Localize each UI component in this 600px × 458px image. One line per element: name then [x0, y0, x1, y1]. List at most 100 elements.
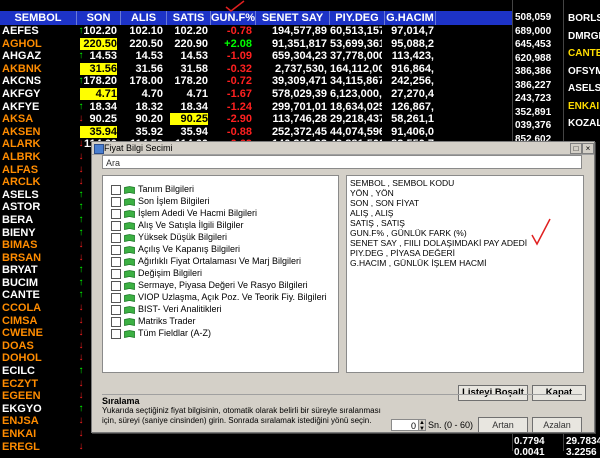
col-header-alis[interactable]: ALIS — [121, 11, 167, 25]
category-tree[interactable]: Tanım Bilgileri Son İşlem Bilgileri İşlem … — [102, 175, 339, 373]
symbol-cell: DOHOL — [2, 352, 42, 365]
checkbox[interactable] — [111, 280, 121, 291]
book-icon — [124, 221, 135, 230]
table-row[interactable]: AKFYE ↑ 18.34 18.32 18.34 -1.24 299,701,01 18,6… — [0, 101, 512, 114]
side-symbol-label[interactable]: OFSYM — [568, 66, 600, 77]
tree-item-label: Alış Ve Satışla İlgili Bilgiler — [138, 220, 244, 230]
ask-cell — [170, 441, 208, 451]
tree-item[interactable]: Yüksek Düşük Bilgileri — [111, 231, 227, 243]
side-value: 039,376 — [515, 120, 552, 131]
checkbox[interactable] — [111, 268, 121, 279]
close-icon[interactable]: × — [582, 143, 594, 154]
side-symbol-label[interactable]: ASELS — [568, 83, 600, 94]
table-row[interactable]: AKCNS ↑ 178.20 178.00 178.20 -0.72 39,309,471 3… — [0, 75, 512, 88]
checkbox[interactable] — [111, 304, 121, 315]
last-price-cell — [80, 441, 117, 451]
side-symbol-label[interactable]: CANTE — [568, 48, 600, 59]
tree-item[interactable]: BIST- Veri Analitikleri — [111, 303, 222, 315]
dialog-titlebar[interactable]: Fiyat Bilgi Secimi □ × — [92, 142, 594, 155]
tree-item[interactable]: Sermaye, Piyasa Değeri Ve Rasyo Bilgiler… — [111, 279, 308, 291]
tree-item-label: Ağırlıklı Fiyat Ortalaması Ve Marj Bilgi… — [138, 256, 302, 266]
table-row[interactable]: AGHOL↓220.50220.50220.90+2.0891,351,8175… — [0, 37, 512, 51]
volume-cell: 113,423, — [391, 50, 434, 63]
checkbox[interactable] — [111, 196, 121, 207]
checkbox[interactable] — [111, 184, 121, 195]
symbol-cell: ASELS — [2, 188, 39, 201]
symbol-cell: DOAS — [2, 339, 34, 352]
last-price-cell: 14.53 — [89, 50, 117, 63]
selected-field-item[interactable]: G.HACIM , GÜNLÜK İŞLEM HACMİ — [350, 258, 487, 269]
book-icon — [124, 269, 135, 278]
checkbox[interactable] — [111, 232, 121, 243]
shares-cell: 252,372,45 — [271, 125, 327, 138]
table-row[interactable]: AEFES ↑ 102.20 102.10 102.20 -0.78 194,577,89 6… — [0, 25, 512, 38]
table-row[interactable]: AKSEN↓35.9435.9235.94-0.88252,372,4544,0… — [0, 125, 512, 139]
tree-item[interactable]: Tanım Bilgileri — [111, 183, 194, 195]
maximize-button[interactable]: □ — [570, 143, 582, 154]
last-price-cell: 31.56 — [80, 62, 117, 75]
table-row[interactable]: AKBNK↓31.5631.5631.58-0.322,737,530,164,… — [0, 62, 512, 76]
side-symbol-label[interactable]: DMRGD — [568, 31, 600, 42]
shares-cell: 194,577,89 — [271, 25, 327, 37]
side-symbol-label[interactable]: KOZAL — [568, 118, 600, 129]
daily-change-cell: -0.72 — [226, 75, 252, 88]
table-row[interactable]: AKFGY↑4.714.704.71-1.67578,029,396,123,0… — [0, 87, 512, 101]
tree-item[interactable]: Son İşlem Bilgileri — [111, 195, 210, 207]
market-value-cell: 44,074,596,2 — [330, 125, 382, 138]
book-icon — [124, 209, 135, 218]
symbol-cell: BIENY — [2, 226, 36, 239]
col-header-satis[interactable]: SATIS — [167, 11, 211, 25]
spinner-arrows-icon[interactable]: ▲ ▼ — [418, 419, 426, 432]
volume-cell: 126,867, — [391, 100, 434, 113]
symbol-cell: AKFGY — [2, 87, 41, 100]
symbol-cell: ENJSA — [2, 415, 39, 428]
tree-item[interactable]: Matriks Trader — [111, 315, 196, 327]
checkbox[interactable] — [111, 244, 121, 255]
symbol-cell: BRYAT — [2, 264, 38, 277]
tree-item[interactable]: Alış Ve Satışla İlgili Bilgiler — [111, 219, 244, 231]
checkbox[interactable] — [111, 208, 121, 219]
ask-cell: 178.20 — [174, 75, 208, 88]
checkbox[interactable] — [111, 316, 121, 327]
sort-seconds-input[interactable]: 0 — [391, 419, 419, 431]
side-symbol-label[interactable]: BORLS — [568, 13, 600, 24]
book-icon — [124, 245, 135, 254]
side-symbol-label[interactable]: ENKAI — [568, 101, 599, 112]
bid-cell — [124, 441, 163, 451]
checkbox[interactable] — [111, 292, 121, 303]
ask-cell: 31.58 — [180, 62, 208, 75]
ascending-button[interactable]: Artan — [478, 417, 528, 433]
table-row[interactable]: AKSA ↓ 90.25 90.20 90.25 -2.90 113,746,28 29,21… — [0, 113, 512, 126]
tree-item[interactable]: Tüm Fieldlar (A-Z) — [111, 327, 211, 339]
table-row[interactable]: EREGL ↓ — [0, 441, 512, 451]
symbol-cell: EKGYO — [2, 402, 42, 415]
market-value-cell: 29,218,437,5 — [330, 113, 382, 126]
checkbox[interactable] — [111, 220, 121, 231]
last-price-cell: 178.20 — [83, 75, 117, 88]
col-header-ghacim[interactable]: G.HACIM — [385, 11, 436, 25]
selected-fields-list[interactable]: SEMBOL , SEMBOL KODU YÖN , YÖN SON , SON F… — [346, 175, 584, 373]
col-header-gunf[interactable]: GUN.F% — [211, 11, 256, 25]
col-header-senet[interactable]: SENET SAY — [256, 11, 330, 25]
market-value-cell: 37,778,000,0 — [330, 50, 382, 63]
side-value: 689,000 — [515, 25, 552, 37]
tree-item[interactable]: Değişim Bilgileri — [111, 267, 202, 279]
tree-item[interactable]: İşlem Adedi Ve Hacmi Bilgileri — [111, 207, 257, 219]
descending-button[interactable]: Azalan — [532, 417, 582, 433]
checkbox[interactable] — [111, 256, 121, 267]
tree-item[interactable]: Açılış Ve Kapanış Bilgileri — [111, 243, 240, 255]
tree-item-label: Değişim Bilgileri — [138, 268, 203, 278]
tree-item[interactable]: Ağırlıklı Fiyat Ortalaması Ve Marj Bilgi… — [111, 255, 301, 267]
market-value-cell: 53,699,361,2 — [330, 37, 382, 50]
search-input[interactable]: Ara — [102, 155, 582, 169]
table-row[interactable]: AHGAZ ↑ 14.53 14.53 14.53 -1.09 659,304,23 37,7… — [0, 50, 512, 63]
col-header-son[interactable]: SON — [77, 11, 121, 25]
daily-change-cell: -0.32 — [226, 62, 252, 75]
col-header-piydeg[interactable]: PIY.DEG — [330, 11, 385, 25]
last-price-cell: 102.20 — [83, 25, 117, 37]
checkbox[interactable] — [111, 328, 121, 339]
tree-item[interactable]: VIOP Uzlaşma, Açık Poz. Ve Teorik Fiy. B… — [111, 291, 327, 303]
col-header-sembol[interactable]: SEMBOL — [0, 11, 77, 25]
symbol-cell: ECZYT — [2, 377, 39, 390]
shares-cell: 578,029,39 — [271, 87, 327, 100]
